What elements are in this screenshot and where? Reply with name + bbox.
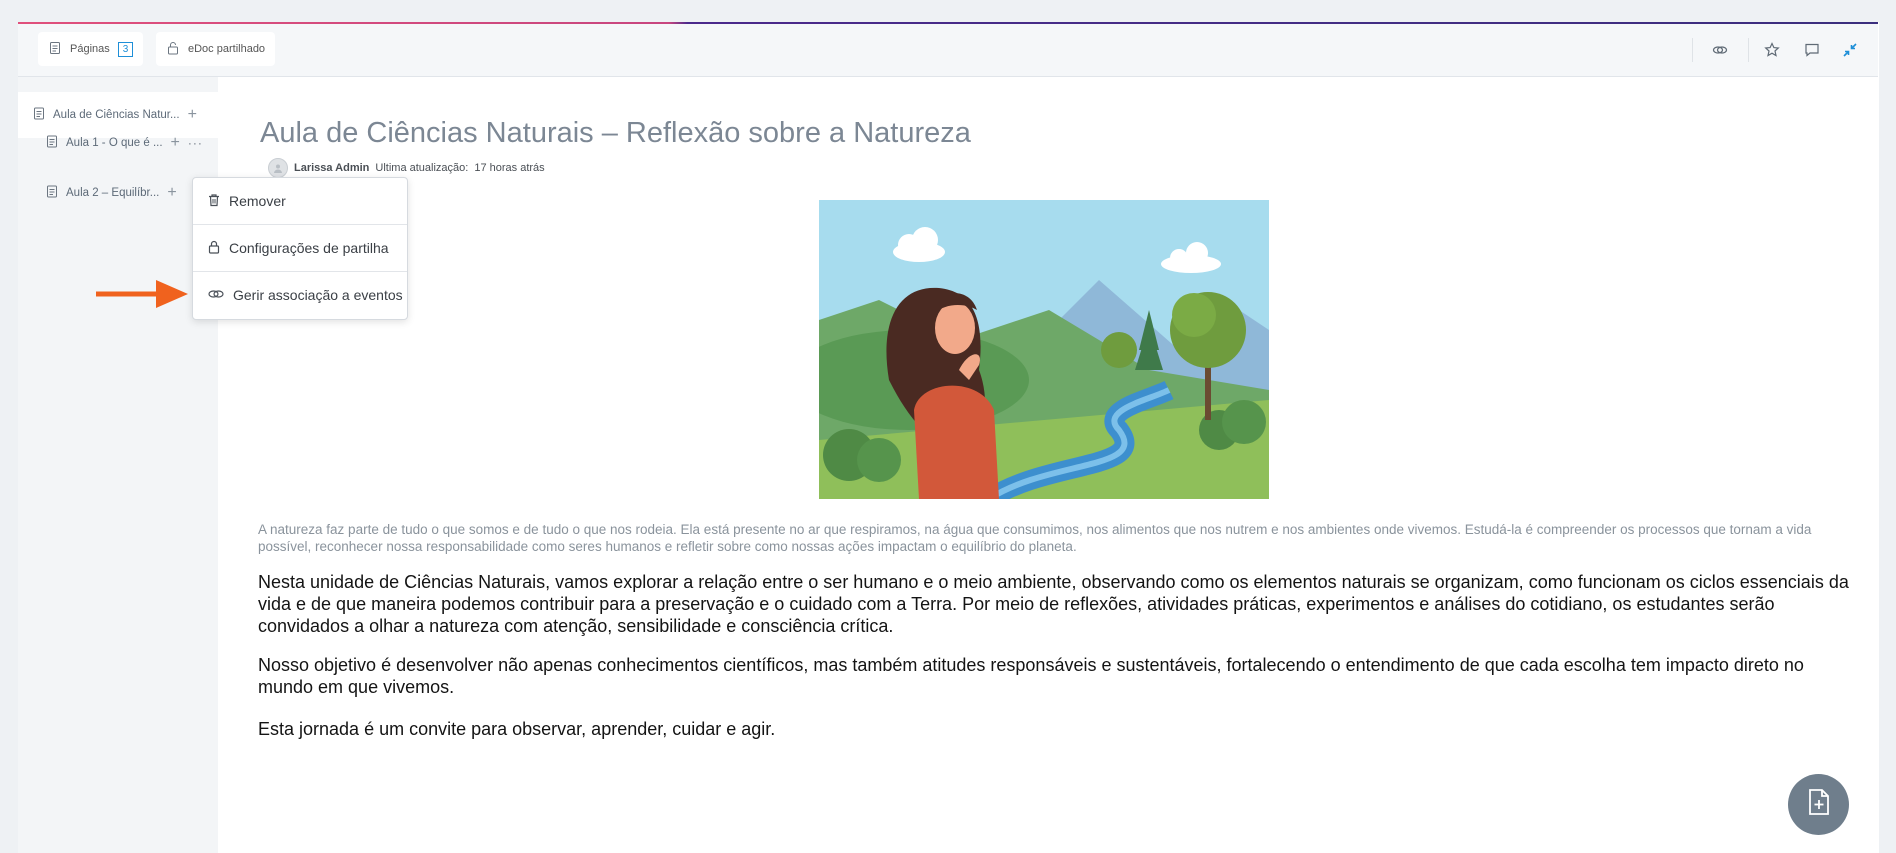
sidebar-item-label: Aula 1 - O que é ... [66,137,163,149]
page-icon [33,107,45,123]
sidebar: Aula de Ciências Natur... + Aula 1 - O q… [18,77,218,853]
sidebar-item-aula-1[interactable]: Aula 1 - O que é ... + ··· [46,128,203,158]
pages-button[interactable]: Páginas 3 [38,32,144,66]
add-page-icon[interactable]: + [188,106,197,124]
document-meta: Larissa Admin Ultima atualização: 17 hor… [268,158,545,178]
shared-label: eDoc partilhado [188,43,266,55]
collapse-icon[interactable] [1840,40,1860,60]
manage-events-menu-item[interactable]: Gerir associação a eventos [193,272,407,318]
link-icon[interactable] [1710,40,1730,60]
sidebar-item-label: Aula 2 – Equilíbr... [66,187,160,199]
paragraph-3: Esta jornada é um convite para observar,… [258,719,776,739]
updated-label: Ultima atualização: [375,162,469,174]
toolbar-divider [1748,38,1749,62]
intro-caption: A natureza faz parte de tudo o que somos… [258,522,1812,554]
page-icon [46,135,58,151]
menu-item-label: Gerir associação a eventos [233,287,403,303]
paragraph-1: Nesta unidade de Ciências Naturais, vamo… [258,572,1849,636]
link-icon [207,287,225,304]
sidebar-item-label: Aula de Ciências Natur... [53,109,180,121]
page-icon [46,185,58,201]
menu-item-label: Configurações de partilha [229,240,389,256]
page-icon [48,41,62,58]
updated-value: 17 horas atrás [474,162,545,174]
unlock-icon [166,41,180,58]
page-context-menu: Remover Configurações de partilha Gerir … [192,177,408,320]
share-settings-menu-item[interactable]: Configurações de partilha [193,225,407,271]
author-name: Larissa Admin [294,162,370,174]
toolbar: Páginas 3 eDoc partilhado [18,24,1878,77]
more-options-icon[interactable]: ··· [188,136,203,150]
add-document-icon [1807,788,1831,821]
menu-item-label: Remover [229,193,286,209]
pages-count-badge: 3 [117,41,134,57]
comment-icon[interactable] [1802,40,1822,60]
add-page-icon[interactable]: + [167,184,176,202]
new-page-button[interactable] [1788,774,1849,835]
paragraph-2: Nosso objetivo é desenvolver não apenas … [258,655,1804,697]
trash-icon [207,193,221,210]
document-area: Aula de Ciências Naturais – Reflexão sob… [218,77,1878,853]
remove-menu-item[interactable]: Remover [193,178,407,224]
page-title: Aula de Ciências Naturais – Reflexão sob… [260,117,971,149]
nature-illustration [819,200,1269,499]
sidebar-item-aula-2[interactable]: Aula 2 – Equilíbr... + [46,178,177,208]
shared-doc-button[interactable]: eDoc partilhado [156,32,276,66]
annotation-arrow-icon [96,280,188,308]
star-icon[interactable] [1762,40,1782,60]
avatar [268,158,288,178]
lock-icon [207,240,221,257]
toolbar-divider [1692,38,1693,62]
pages-label: Páginas [70,43,110,55]
add-page-icon[interactable]: + [171,134,180,152]
